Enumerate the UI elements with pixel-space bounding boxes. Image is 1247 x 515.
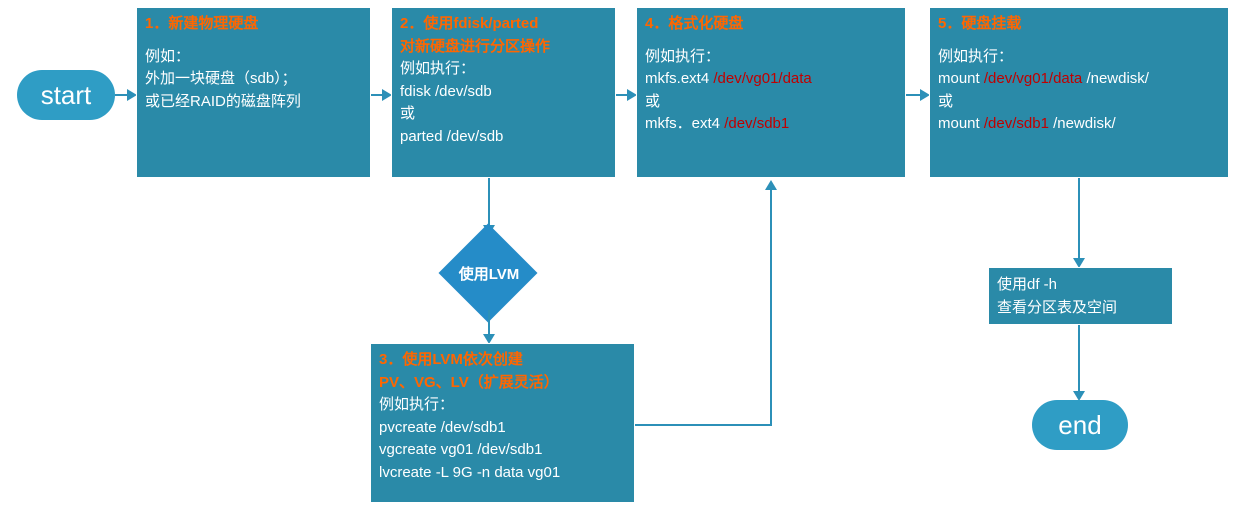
arrow-3-to-4-v [770, 190, 772, 426]
box-2-l1: 例如执行： [400, 58, 607, 81]
box-1-title: 1．新建物理硬盘 [145, 13, 362, 36]
end-label: end [1058, 410, 1101, 441]
box-5-l3: 或 [938, 91, 1220, 114]
arrow-6-to-end [1078, 325, 1080, 393]
box-1-l2: 外加一块硬盘（sdb）； [145, 68, 362, 91]
end-node: end [1032, 400, 1128, 450]
arrow-3-to-4-head [765, 180, 777, 190]
box-6: 使用df -h 查看分区表及空间 [988, 267, 1173, 325]
box-4: 4．格式化硬盘 例如执行： mkfs.ext4 /dev/vg01/data 或… [636, 7, 906, 178]
start-label: start [41, 80, 92, 111]
box-6-l1: 使用df -h [997, 274, 1164, 297]
box-4-l3: 或 [645, 91, 897, 114]
box-3: 3．使用LVM依次创建 PV、VG、LV（扩展灵活） 例如执行： pvcreat… [370, 343, 635, 503]
box-1-l1: 例如： [145, 46, 362, 69]
box-6-l2: 查看分区表及空间 [997, 297, 1164, 320]
lvm-diamond-label: 使用LVM [430, 263, 548, 284]
arrow-2-to-diamond [488, 178, 490, 228]
box-4-l4: mkfs．ext4 /dev/sdb1 [645, 113, 897, 136]
box-4-title: 4．格式化硬盘 [645, 13, 897, 36]
arrow-3-to-4-h [635, 424, 772, 426]
box-3-l4: lvcreate -L 9G -n data vg01 [379, 462, 626, 485]
box-2-l3: 或 [400, 103, 607, 126]
flowchart: start 1．新建物理硬盘 例如： 外加一块硬盘（sdb）； 或已经RAID的… [0, 0, 1247, 515]
box-5-l2: mount /dev/vg01/data /newdisk/ [938, 68, 1220, 91]
box-3-l1: 例如执行： [379, 394, 626, 417]
box-4-l1: 例如执行： [645, 46, 897, 69]
box-2: 2．使用fdisk/parted 对新硬盘进行分区操作 例如执行： fdisk … [391, 7, 616, 178]
box-3-title-l1: 3．使用LVM依次创建 [379, 349, 626, 372]
box-4-l2: mkfs.ext4 /dev/vg01/data [645, 68, 897, 91]
box-5-title: 5．硬盘挂载 [938, 13, 1220, 36]
box-2-title-l1: 2．使用fdisk/parted [400, 13, 607, 36]
box-1-l3: 或已经RAID的磁盘阵列 [145, 91, 362, 114]
box-5: 5．硬盘挂载 例如执行： mount /dev/vg01/data /newdi… [929, 7, 1229, 178]
box-3-title-l2: PV、VG、LV（扩展灵活） [379, 372, 626, 395]
box-3-l2: pvcreate /dev/sdb1 [379, 417, 626, 440]
box-3-l3: vgcreate vg01 /dev/sdb1 [379, 439, 626, 462]
box-2-l4: parted /dev/sdb [400, 126, 607, 149]
box-2-title-l2: 对新硬盘进行分区操作 [400, 36, 607, 59]
arrow-diamond-to-3 [488, 310, 490, 336]
box-1: 1．新建物理硬盘 例如： 外加一块硬盘（sdb）； 或已经RAID的磁盘阵列 [136, 7, 371, 178]
box-5-l4: mount /dev/sdb1 /newdisk/ [938, 113, 1220, 136]
box-2-l2: fdisk /dev/sdb [400, 81, 607, 104]
box-5-l1: 例如执行： [938, 46, 1220, 69]
arrow-5-to-6 [1078, 178, 1080, 260]
start-node: start [17, 70, 115, 120]
